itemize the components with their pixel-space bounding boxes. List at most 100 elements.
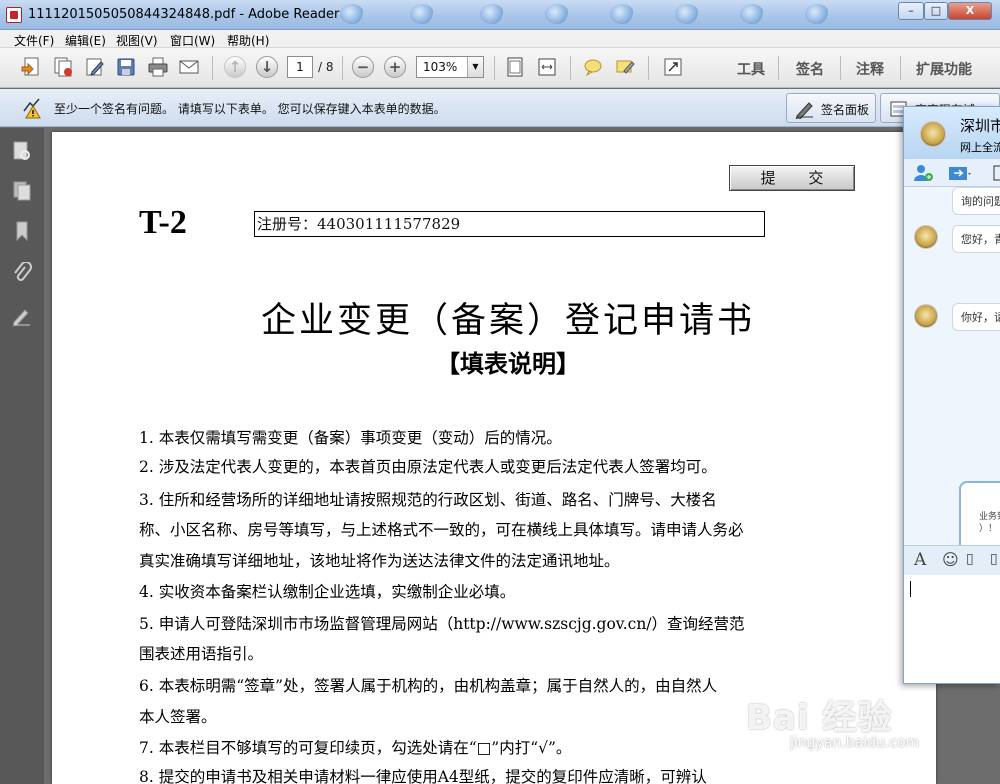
sign-pane-button[interactable]: 签名	[796, 59, 824, 79]
taskbar-icon	[805, 4, 829, 24]
toolbar-divider	[342, 56, 343, 80]
zoom-select[interactable]: 103% ▼	[416, 56, 484, 78]
toolbar-divider	[900, 56, 901, 80]
text-caret	[910, 581, 911, 597]
toolbar-divider	[648, 56, 649, 80]
watermark-logo: Bai 经验	[746, 698, 893, 738]
taskbar-icon	[740, 4, 764, 24]
chat-toolbar	[904, 159, 1000, 187]
instruction-line: 称、小区名称、房号等填写，与上述格式不一致的，可在横线上具体填写。请申请人务必	[139, 521, 744, 539]
form-code: T-2	[139, 204, 187, 241]
taskbar-icon	[545, 4, 569, 24]
combine-files-icon	[54, 57, 72, 77]
title-bar: 1111201505050844324848.pdf - Adobe Reade…	[0, 0, 1000, 30]
toolbar-divider	[778, 56, 779, 80]
menu-help[interactable]: 帮助(H)	[227, 32, 269, 49]
instruction-line: 8. 提交的申请书及相关申请材料一律应使用A4型纸，提交的复印件应清晰，可辨认	[139, 768, 707, 784]
minimize-button[interactable]: –	[898, 2, 924, 20]
avatar	[914, 225, 938, 249]
add-contact-icon[interactable]	[912, 163, 934, 183]
toolbar-divider	[570, 56, 571, 80]
chat-message: 询的问题	[952, 187, 1000, 215]
card-text-line: 业务到	[979, 512, 1000, 522]
attachment-paperclip-icon[interactable]	[12, 262, 32, 284]
registration-number-field[interactable]: 注册号：440301111577829	[254, 211, 765, 237]
edit-button[interactable]	[82, 54, 108, 80]
comment-bubble-icon	[584, 59, 602, 77]
comment-pane-button[interactable]: 注释	[856, 59, 884, 79]
watermark-url: jingyan.baidu.com	[790, 735, 920, 751]
maximize-button[interactable]: □	[924, 2, 948, 20]
zoom-in-button[interactable]: +	[382, 54, 408, 80]
fit-width-button[interactable]	[534, 54, 560, 80]
menu-file[interactable]: 文件(F)	[14, 32, 54, 49]
toolbar-divider	[212, 56, 213, 80]
print-icon	[148, 57, 168, 77]
email-button[interactable]	[176, 54, 202, 80]
comment-button[interactable]	[580, 54, 606, 80]
expand-icon	[664, 58, 682, 76]
pdf-app-icon	[6, 7, 22, 23]
chat-message-input[interactable]	[904, 575, 1000, 683]
highlight-pen-icon	[616, 60, 635, 74]
taskbar-icon	[340, 4, 364, 24]
save-button[interactable]	[113, 54, 139, 80]
full-screen-button[interactable]	[660, 54, 686, 80]
chevron-down-icon[interactable]: ▼	[467, 57, 483, 77]
create-pdf-button[interactable]	[18, 54, 44, 80]
menu-view[interactable]: 视图(V)	[116, 32, 158, 49]
chat-input-toolbar: A ☺ ▯ ▯	[904, 545, 1000, 575]
navigation-pane	[0, 128, 44, 784]
card-text-line: ）！	[979, 524, 998, 534]
more-tools-icon[interactable]	[992, 163, 1000, 183]
signature-panel-button[interactable]: 签名面板	[786, 93, 876, 123]
document-title: 企业变更（备案）登记申请书	[260, 301, 755, 341]
signature-pen-icon	[795, 102, 813, 119]
menu-window[interactable]: 窗口(W)	[170, 32, 215, 49]
page-thumbnails-icon[interactable]	[12, 140, 32, 162]
emoji-icon[interactable]: ☺	[942, 550, 959, 569]
window-title: 1111201505050844324848.pdf - Adobe Reade…	[28, 7, 340, 22]
chat-message: 你好，请	[952, 303, 1000, 331]
transfer-file-icon[interactable]	[948, 163, 972, 183]
fit-width-icon	[538, 58, 556, 76]
more-icon[interactable]: ▯	[990, 551, 998, 567]
message-text: 至少一个签名有问题。 请填写以下表单。 您可以保存键入本表单的数据。	[54, 102, 446, 116]
chat-messages: 询的问题 您好，青 你好，请 业务到 ）！	[904, 187, 1000, 605]
toolbar-divider	[494, 56, 495, 80]
avatar	[920, 121, 946, 147]
screenshot-icon[interactable]: ▯	[966, 551, 974, 567]
document-message-bar: 至少一个签名有问题。 请填写以下表单。 您可以保存键入本表单的数据。 签名面板 …	[0, 89, 1000, 127]
menu-edit[interactable]: 编辑(E)	[65, 32, 106, 49]
zoom-out-button[interactable]: −	[350, 54, 376, 80]
avatar	[914, 304, 938, 328]
instruction-line: 围表述用语指引。	[139, 645, 264, 663]
instruction-line: 1. 本表仅需填写需变更（备案）事项变更（变动）后的情况。	[139, 429, 562, 447]
highlight-button[interactable]	[612, 54, 638, 80]
chat-header: 深圳市 网上全流	[904, 107, 1000, 159]
print-button[interactable]	[145, 54, 171, 80]
page-number-input[interactable]: 1	[287, 56, 313, 78]
single-page-view-button[interactable]	[502, 54, 528, 80]
plus-icon: +	[384, 56, 406, 78]
signatures-pen-icon[interactable]	[12, 306, 32, 328]
minus-icon: −	[352, 56, 374, 78]
signature-warning-icon	[23, 98, 41, 119]
signature-panel-label: 签名面板	[821, 103, 870, 117]
bookmark-icon[interactable]	[12, 220, 32, 242]
extended-pane-button[interactable]: 扩展功能	[916, 59, 972, 79]
instruction-line: 2. 涉及法定代表人变更的，本表首页由原法定代表人或变更后法定代表人签署均可。	[139, 458, 717, 476]
instruction-line: 5. 申请人可登陆深圳市市场监督管理局网站（http://www.szscjg.…	[139, 615, 745, 633]
taskbar-icon	[675, 4, 699, 24]
arrow-up-icon: ↑	[224, 56, 246, 78]
zoom-value: 103%	[423, 60, 458, 74]
tools-pane-button[interactable]: 工具	[737, 59, 765, 79]
previous-page-button[interactable]: ↑	[222, 54, 248, 80]
arrow-down-icon: ↓	[256, 56, 278, 78]
next-page-button[interactable]: ↓	[254, 54, 280, 80]
submit-button[interactable]: 提 交	[729, 165, 855, 191]
close-button[interactable]: X	[948, 2, 992, 20]
pages-icon[interactable]	[12, 180, 32, 202]
combine-button[interactable]	[50, 54, 76, 80]
font-style-icon[interactable]: A	[914, 550, 926, 570]
